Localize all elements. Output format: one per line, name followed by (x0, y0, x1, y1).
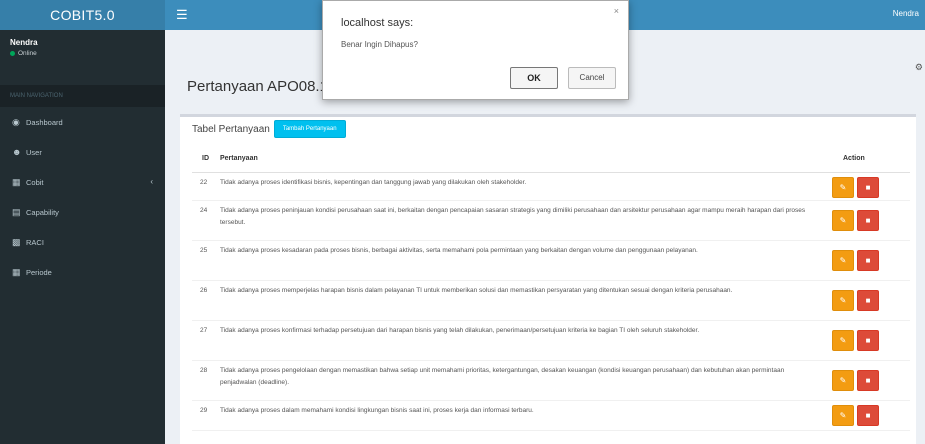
sidebar-item-raci[interactable]: ▩ RACI (0, 227, 165, 257)
calendar-icon: ▦ (12, 266, 21, 277)
row-id: 22 (200, 179, 208, 186)
nav-header: MAIN NAVIGATION (0, 85, 165, 107)
box-header: Tabel Pertanyaan Tambah Pertanyaan (192, 120, 346, 138)
row-id: 29 (200, 407, 208, 414)
delete-button[interactable]: ■ (857, 290, 879, 311)
sidebar-item-label: User (26, 147, 42, 157)
row-question: Tidak adanya proses peninjauan kondisi p… (220, 207, 806, 226)
row-actions: ✎ ■ (832, 290, 879, 311)
app-logo[interactable]: COBIT5.0 (0, 0, 165, 30)
row-id: 26 (200, 287, 208, 294)
row-id: 28 (200, 367, 208, 374)
list-icon: ▦ (12, 176, 21, 187)
edit-button[interactable]: ✎ (832, 177, 854, 198)
chevron-left-icon: ‹ (150, 177, 153, 186)
add-question-button[interactable]: Tambah Pertanyaan (273, 120, 346, 138)
delete-button[interactable]: ■ (857, 250, 879, 271)
row-actions: ✎ ■ (832, 405, 879, 426)
sidebar-item-user[interactable]: ☻ User (0, 137, 165, 167)
user-panel: Nendra Online (0, 30, 165, 85)
edit-button[interactable]: ✎ (832, 330, 854, 351)
gear-icon[interactable]: ⚙ (915, 62, 923, 73)
sidebar-item-capability[interactable]: ▤ Capability (0, 197, 165, 227)
column-header-question: Pertanyaan (220, 155, 258, 162)
edit-button[interactable]: ✎ (832, 290, 854, 311)
user-icon: ☻ (12, 147, 22, 157)
edit-button[interactable]: ✎ (832, 210, 854, 231)
sidebar-item-dashboard[interactable]: ◉ Dashboard (0, 107, 165, 137)
row-id: 24 (200, 207, 208, 214)
ok-button[interactable]: OK (510, 67, 558, 89)
row-actions: ✎ ■ (832, 250, 879, 271)
sidebar-item-label: Cobit (26, 177, 44, 187)
delete-button[interactable]: ■ (857, 210, 879, 231)
row-actions: ✎ ■ (832, 210, 879, 231)
row-question: Tidak adanya proses memperjelas harapan … (220, 287, 733, 294)
user-status: Online (10, 50, 155, 57)
row-actions: ✎ ■ (832, 330, 879, 351)
edit-button[interactable]: ✎ (832, 250, 854, 271)
sidebar: Nendra Online MAIN NAVIGATION ◉ Dashboar… (0, 30, 165, 444)
table-icon: ▩ (12, 236, 21, 247)
table-row: 25 Tidak adanya proses kesadaran pada pr… (192, 241, 910, 281)
dialog-message: Benar Ingin Dihapus? (341, 40, 418, 49)
edit-button[interactable]: ✎ (832, 405, 854, 426)
row-id: 27 (200, 327, 208, 334)
header-divider (192, 172, 910, 173)
row-id: 25 (200, 247, 208, 254)
page-title: Pertanyaan APO08.1 (187, 78, 328, 95)
table-row: 28 Tidak adanya proses pengelolaan denga… (192, 361, 910, 401)
table-row: 27 Tidak adanya proses konfirmasi terhad… (192, 321, 910, 361)
row-question: Tidak adanya proses dalam memahami kondi… (220, 407, 534, 414)
user-status-label: Online (18, 50, 37, 57)
box-title: Tabel Pertanyaan (192, 123, 270, 135)
row-question: Tidak adanya proses konfirmasi terhadap … (220, 327, 700, 334)
status-dot-icon (10, 51, 15, 56)
column-header-id: ID (202, 155, 209, 162)
close-icon[interactable]: × (614, 6, 619, 16)
top-user-name[interactable]: Nendra (893, 9, 919, 18)
confirm-dialog: localhost says: × Benar Ingin Dihapus? O… (322, 0, 629, 100)
sidebar-item-cobit[interactable]: ▦ Cobit ‹ (0, 167, 165, 197)
row-question: Tidak adanya proses kesadaran pada prose… (220, 247, 698, 254)
question-table-box: Tabel Pertanyaan Tambah Pertanyaan ID Pe… (180, 114, 916, 444)
delete-button[interactable]: ■ (857, 330, 879, 351)
sidebar-item-periode[interactable]: ▦ Periode (0, 257, 165, 287)
table-row: 26 Tidak adanya proses memperjelas harap… (192, 281, 910, 321)
chart-icon: ▤ (12, 206, 21, 217)
delete-button[interactable]: ■ (857, 370, 879, 391)
row-question: Tidak adanya proses identifikasi bisnis,… (220, 179, 527, 186)
edit-button[interactable]: ✎ (832, 370, 854, 391)
row-actions: ✎ ■ (832, 370, 879, 391)
sidebar-item-label: Capability (26, 207, 59, 217)
hamburger-icon[interactable]: ☰ (176, 7, 188, 23)
sidebar-user-name: Nendra (10, 38, 38, 47)
table-row: 24 Tidak adanya proses peninjauan kondis… (192, 201, 910, 241)
table-header: ID Pertanyaan Action (192, 155, 910, 169)
dashboard-icon: ◉ (12, 116, 20, 127)
table-row: 29 Tidak adanya proses dalam memahami ko… (192, 401, 910, 431)
row-actions: ✎ ■ (832, 177, 879, 198)
delete-button[interactable]: ■ (857, 405, 879, 426)
table-row: 22 Tidak adanya proses identifikasi bisn… (192, 175, 910, 201)
column-header-action: Action (843, 155, 865, 162)
row-question: Tidak adanya proses pengelolaan dengan m… (220, 367, 785, 386)
sidebar-item-label: Dashboard (26, 117, 63, 127)
sidebar-item-label: Periode (26, 267, 52, 277)
cancel-button[interactable]: Cancel (568, 67, 616, 89)
sidebar-item-label: RACI (26, 237, 44, 247)
delete-button[interactable]: ■ (857, 177, 879, 198)
dialog-title: localhost says: (341, 17, 414, 29)
